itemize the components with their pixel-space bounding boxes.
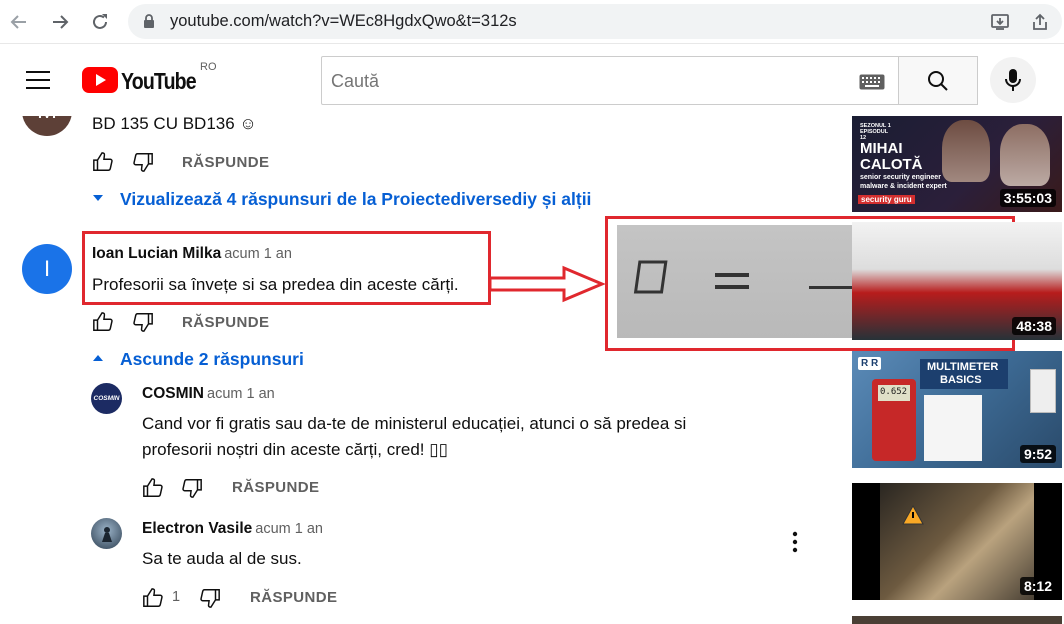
comment-text: Sa te auda al de sus.	[142, 549, 302, 568]
avatar[interactable]: COSMIN	[91, 383, 122, 414]
dislike-icon[interactable]	[199, 587, 221, 609]
dislike-icon[interactable]	[132, 311, 154, 333]
person-figure	[942, 120, 990, 182]
video-duration: 8:12	[1019, 577, 1056, 595]
comment-text: BD 135 CU BD136 ☺	[92, 114, 257, 133]
avatar[interactable]: I	[22, 244, 72, 294]
region-code: RO	[200, 61, 217, 73]
youtube-masthead: YouTube RO Caută	[0, 44, 1064, 116]
video-duration: 3:55:03	[999, 189, 1056, 207]
video-thumbnail[interactable]: 8:12	[852, 483, 1062, 600]
multimeter-display: 0.652	[878, 385, 910, 401]
reply-button[interactable]: RĂSPUNDE	[250, 589, 337, 606]
back-arrow-icon[interactable]	[6, 9, 32, 35]
comment-author[interactable]: COSMIN acum 1 an	[142, 385, 275, 403]
voice-search-button[interactable]	[990, 57, 1036, 103]
address-bar[interactable]: youtube.com/watch?v=WEc8HgdxQwo&t=312s	[128, 4, 1062, 39]
hide-replies-button[interactable]: Ascunde 2 răspunsuri	[120, 349, 304, 370]
thumb-subtitle-line2: malware & incident expert	[860, 183, 947, 190]
like-count: 1	[172, 589, 181, 605]
search-placeholder: Caută	[331, 71, 380, 91]
more-options-icon[interactable]	[791, 531, 799, 553]
video-thumbnail[interactable]: SEZONUL 1 EPISODUL 12 MIHAI CALOTĂ senio…	[852, 116, 1062, 212]
thumb-title-line2: BASICS	[940, 374, 982, 386]
letterbox-bar	[852, 483, 880, 600]
reply-button[interactable]: RĂSPUNDE	[232, 479, 319, 496]
wall-outlet	[1030, 369, 1056, 413]
video-duration: 48:38	[1012, 317, 1056, 335]
avatar[interactable]	[91, 518, 122, 549]
thumb-subtitle-line1: senior security engineer	[860, 174, 941, 181]
forward-arrow-icon[interactable]	[47, 9, 73, 35]
annotation-arrow-icon	[488, 265, 606, 303]
view-replies-button[interactable]: Vizualizează 4 răspunsuri de la Proiecte…	[120, 189, 591, 210]
person-figure	[1000, 124, 1050, 186]
caret-up-icon	[93, 355, 103, 361]
youtube-logo-icon[interactable]	[82, 67, 118, 98]
caret-down-icon	[93, 195, 103, 201]
keyboard-icon[interactable]	[859, 74, 885, 90]
menu-icon[interactable]	[26, 71, 50, 94]
thumb-title-line1: MULTIMETER	[927, 361, 999, 373]
like-icon[interactable]	[92, 151, 114, 173]
reply-button[interactable]: RĂSPUNDE	[182, 154, 269, 171]
thumb-title-line1: MIHAI	[860, 140, 903, 157]
thumb-title-line2: CALOTĂ	[860, 156, 923, 173]
search-icon	[928, 70, 948, 91]
url-text: youtube.com/watch?v=WEc8HgdxQwo&t=312s	[170, 12, 517, 30]
search-button[interactable]	[898, 56, 978, 105]
youtube-logo-text[interactable]: YouTube	[121, 68, 197, 95]
comment-text: Profesorii sa învețe si sa predea din ac…	[92, 275, 459, 294]
multimeter-reading: 0.652	[880, 387, 908, 397]
comment-author[interactable]: Electron Vasile acum 1 an	[142, 520, 323, 538]
share-icon[interactable]	[1030, 12, 1050, 32]
dislike-icon[interactable]	[181, 477, 203, 499]
search-input[interactable]: Caută	[321, 56, 899, 105]
install-app-icon[interactable]	[990, 12, 1010, 32]
comment-text-line1: Cand vor fi gratis sau da-te de minister…	[142, 414, 687, 433]
video-thumbnail[interactable]	[852, 616, 1062, 624]
avatar-figure-icon	[101, 526, 112, 542]
comment-text-line2: profesorii noștri din aceste cărți, cred…	[142, 440, 448, 459]
microphone-icon	[1005, 69, 1021, 91]
video-thumbnail[interactable]: R R MULTIMETER BASICS 0.652 9:52	[852, 351, 1062, 468]
channel-badge: R R	[858, 357, 882, 370]
manual-page	[924, 395, 982, 461]
reload-icon[interactable]	[87, 9, 113, 35]
video-thumbnail[interactable]: 48:38	[852, 222, 1062, 340]
episode-tag: SEZONUL 1 EPISODUL 12	[860, 123, 891, 142]
like-icon[interactable]	[92, 311, 114, 333]
warning-sign-icon	[902, 505, 924, 525]
dislike-icon[interactable]	[132, 151, 154, 173]
brand-badge: security guru	[858, 195, 915, 204]
reply-button[interactable]: RĂSPUNDE	[182, 314, 269, 331]
video-duration: 9:52	[1019, 445, 1056, 463]
lock-icon	[144, 14, 154, 28]
like-icon[interactable]	[142, 477, 164, 499]
comment-author[interactable]: Ioan Lucian Milka acum 1 an	[92, 245, 292, 263]
like-icon[interactable]	[142, 587, 164, 609]
browser-toolbar: youtube.com/watch?v=WEc8HgdxQwo&t=312s	[0, 0, 1064, 44]
